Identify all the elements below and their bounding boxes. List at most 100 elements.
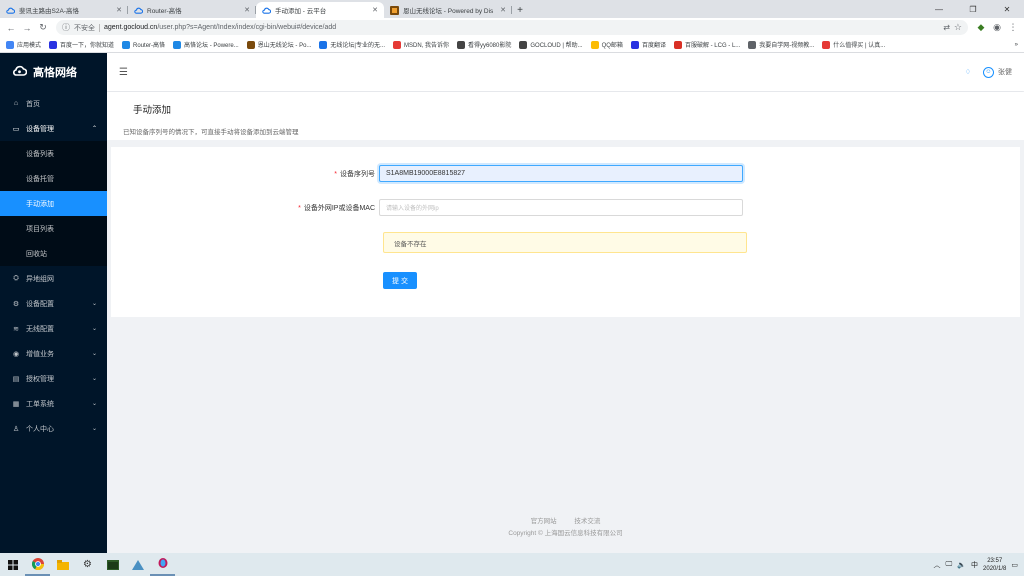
cloud-icon (6, 6, 15, 15)
bookmark-item[interactable]: 我要自学网-视频教... (748, 40, 814, 49)
browser-tab-3[interactable]: 手动添加 - 云平台 ✕ (256, 2, 384, 18)
sidebar-item-recycle-bin[interactable]: 回收站 (0, 241, 107, 266)
bell-icon[interactable]: ♢ (965, 68, 971, 76)
sidebar-item-ticket-system[interactable]: ▦ 工单系统 ⌄ (0, 391, 107, 416)
footer-link-official[interactable]: 官方网站 (531, 518, 557, 525)
bookmark-item[interactable]: QQ邮箱 (590, 40, 623, 49)
close-window-icon[interactable]: ✕ (990, 0, 1024, 18)
app-root: 高恪网络 ⌂ 首页 ▭ 设备管理 ⌃ 设备列表 设备托管 手动添加 项目列表 回… (0, 53, 1024, 553)
clock[interactable]: 23:57 2020/1/8 (983, 557, 1006, 573)
sidebar-item-device-list[interactable]: 设备列表 (0, 141, 107, 166)
sidebar-item-label: 异地组网 (26, 275, 54, 283)
extension-icon[interactable]: ◆ (974, 21, 988, 35)
windows-start-icon[interactable] (0, 553, 25, 576)
page-title: 手动添加 (133, 105, 172, 116)
browser-tab-4[interactable]: 恩山无线论坛 - Powered by Dis ✕ (384, 2, 512, 18)
mac-label-text: 设备外网IP或设备MAC (303, 204, 375, 212)
serial-input[interactable]: S1A8MB19000E8815827 (379, 165, 743, 182)
ime-indicator[interactable]: 中 (971, 560, 978, 570)
mac-input[interactable]: 请输入设备的外网ip (379, 199, 743, 216)
sidebar: 高恪网络 ⌂ 首页 ▭ 设备管理 ⌃ 设备列表 设备托管 手动添加 项目列表 回… (0, 53, 107, 553)
bookmark-item[interactable]: 百度一下，你就知道 (49, 40, 114, 49)
star-icon[interactable]: ☆ (954, 22, 962, 33)
chrome-icon[interactable] (25, 553, 50, 576)
zixue-icon (748, 40, 757, 49)
bookmark-item[interactable]: 百服破解 - LCG - L... (673, 40, 740, 49)
serial-label: * 设备序列号 (111, 169, 379, 179)
network-tray-icon[interactable]: 🖵 (946, 561, 953, 569)
ticket-icon: ▦ (12, 400, 20, 408)
sidebar-item-wireless-config[interactable]: ≋ 无线配置 ⌄ (0, 316, 107, 341)
file-explorer-icon[interactable] (50, 553, 75, 576)
sidebar-item-label: 设备列表 (26, 150, 54, 158)
profile-icon[interactable]: ◉ (990, 21, 1004, 35)
sidebar-item-home[interactable]: ⌂ 首页 (0, 91, 107, 116)
user-menu[interactable]: ☺ 张健 (983, 66, 1012, 78)
back-icon[interactable]: ← (4, 21, 18, 35)
bookmark-item[interactable]: 看得yy6080影院 (457, 40, 511, 49)
bookmark-label: MSDN, 我告诉你 (403, 43, 449, 49)
bookmarks-bar: 应用模式 百度一下，你就知道 Router-高恪 高恪论坛 - Powere..… (0, 37, 1024, 53)
menu-fold-icon[interactable]: ☰ (119, 67, 128, 78)
sidebar-item-manual-add[interactable]: 手动添加 (0, 191, 107, 216)
avatar: ☺ (983, 66, 994, 78)
close-icon[interactable]: ✕ (116, 6, 122, 14)
volume-icon[interactable]: 🔈 (957, 561, 966, 569)
more-bookmarks-icon[interactable]: » (1015, 42, 1018, 48)
sidebar-item-label: 个人中心 (26, 425, 54, 433)
settings-gear-icon[interactable]: ⚙ (75, 553, 100, 576)
close-icon[interactable]: ✕ (500, 6, 506, 14)
bookmark-label: 看得yy6080影院 (468, 43, 512, 49)
sidebar-item-device-config[interactable]: ⚙ 设备配置 ⌄ (0, 291, 107, 316)
browser-tab-strip: 斐讯主路由S2A-高恪 ✕ Router-高恪 ✕ 手动添加 - 云平台 ✕ 恩… (0, 0, 1024, 18)
window-controls: — ❐ ✕ (922, 0, 1024, 18)
insecure-label: 不安全 (74, 24, 95, 32)
bookmark-label: 应用模式 (17, 43, 42, 49)
address-bar[interactable]: ⓘ 不安全 agent.gocloud.cn/user.php?s=Agent/… (56, 20, 968, 35)
logo[interactable]: 高恪网络 (0, 53, 107, 91)
submit-button[interactable]: 提 交 (383, 272, 417, 289)
new-tab-button[interactable]: + (512, 2, 528, 18)
url-host: agent.gocloud.cn (104, 24, 158, 31)
reload-icon[interactable]: ↻ (36, 21, 50, 35)
sidebar-item-label: 首页 (26, 100, 40, 108)
sidebar-item-label: 授权管理 (26, 375, 54, 383)
sidebar-item-personal-center[interactable]: ♙ 个人中心 ⌄ (0, 416, 107, 441)
chevron-up-icon: ⌃ (91, 126, 97, 132)
chevron-down-icon: ⌄ (91, 401, 97, 407)
close-icon[interactable]: ✕ (244, 6, 250, 14)
menu-dots-icon[interactable]: ⋮ (1006, 21, 1020, 35)
balloon-app-icon[interactable] (150, 553, 175, 576)
bookmark-item[interactable]: GOCLOUD | 帮助... (519, 40, 583, 49)
translate-icon[interactable]: ⇄ (943, 23, 950, 32)
bookmark-label: 我要自学网-视频教... (759, 43, 815, 49)
sidebar-item-project-list[interactable]: 项目列表 (0, 216, 107, 241)
restore-icon[interactable]: ❐ (956, 0, 990, 18)
sidebar-item-device-hosting[interactable]: 设备托管 (0, 166, 107, 191)
bookmark-item[interactable]: 高恪论坛 - Powere... (173, 40, 239, 49)
bookmark-item[interactable]: MSDN, 我告诉你 (392, 40, 449, 49)
sidebar-item-device-management[interactable]: ▭ 设备管理 ⌃ (0, 116, 107, 141)
minimize-icon[interactable]: — (922, 0, 956, 18)
bookmark-item[interactable]: 什么值得买 | 认真... (822, 40, 885, 49)
tray-chevron-icon[interactable]: ︿ (934, 560, 941, 570)
bookmark-item[interactable]: 百度翻译 (630, 40, 666, 49)
app-icon[interactable] (125, 553, 150, 576)
info-icon[interactable]: ⓘ (62, 22, 70, 33)
logo-text: 高恪网络 (33, 66, 77, 79)
footer-link-support[interactable]: 技术交流 (574, 518, 600, 525)
bookmark-item[interactable]: Router-高恪 (122, 40, 165, 49)
bookmark-item[interactable]: 恩山无线论坛 - Po... (246, 40, 311, 49)
msdn-icon (392, 40, 401, 49)
sidebar-item-remote-network[interactable]: ⛭ 异地组网 (0, 266, 107, 291)
bookmark-item[interactable]: 无线论坛|专业的无... (319, 40, 385, 49)
sidebar-item-value-added[interactable]: ◉ 增值业务 ⌄ (0, 341, 107, 366)
sidebar-item-license[interactable]: ▤ 授权管理 ⌄ (0, 366, 107, 391)
forward-icon[interactable]: → (20, 21, 34, 35)
close-icon[interactable]: ✕ (372, 6, 378, 14)
browser-tab-1[interactable]: 斐讯主路由S2A-高恪 ✕ (0, 2, 128, 18)
notification-icon[interactable]: ▭ (1011, 561, 1018, 569)
browser-tab-2[interactable]: Router-高恪 ✕ (128, 2, 256, 18)
terminal-icon[interactable] (100, 553, 125, 576)
bookmark-apps[interactable]: 应用模式 (6, 40, 41, 49)
